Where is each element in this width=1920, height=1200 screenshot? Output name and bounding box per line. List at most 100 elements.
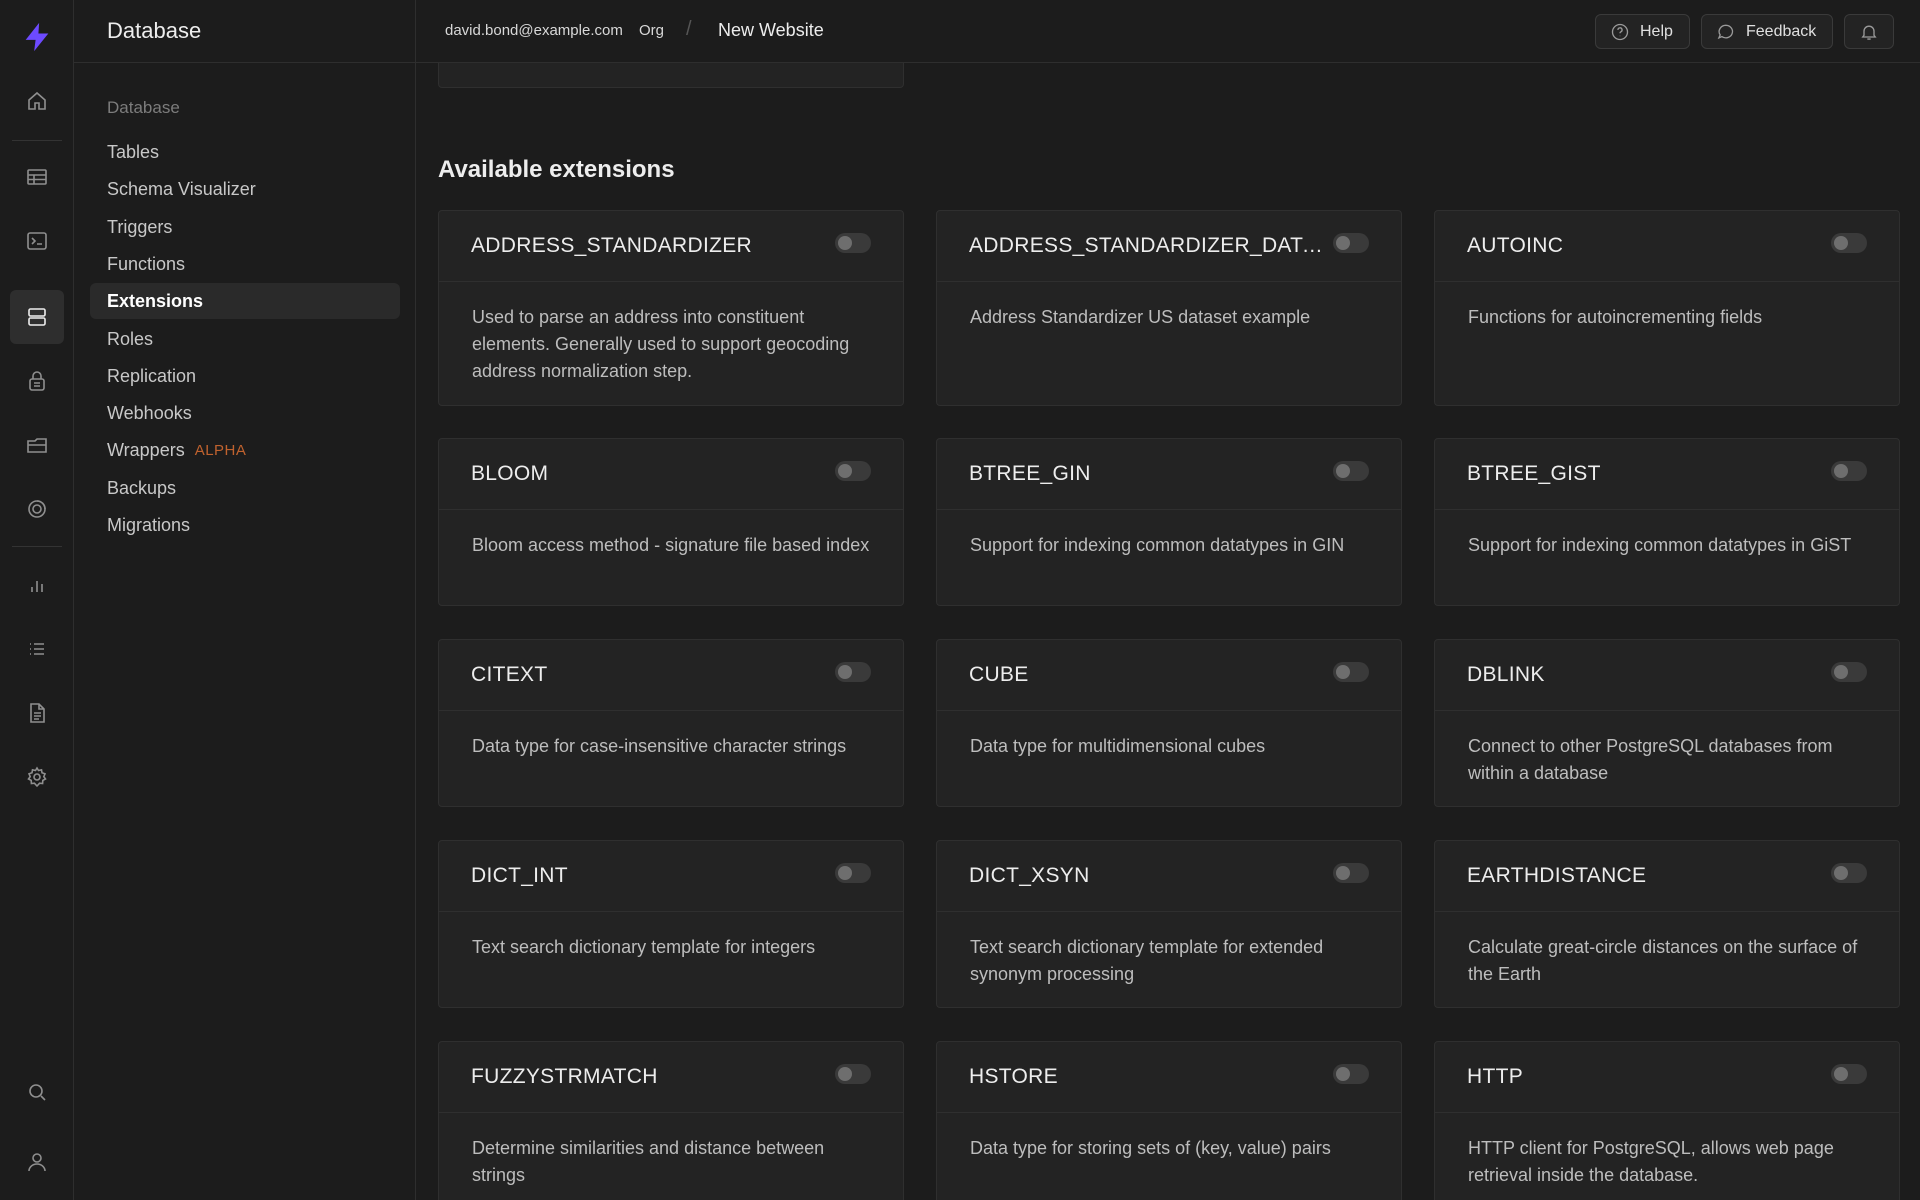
sql-editor-icon[interactable] [10,214,64,268]
extension-card: CITEXT Data type for case-insensitive cha… [438,639,904,807]
extension-name: CITEXT [471,663,548,686]
extension-card-header: ADDRESS_STANDARDIZER_DATA_US [937,211,1401,282]
menu-item-label: Backups [107,477,177,498]
extension-card-header: CUBE [937,640,1401,711]
extension-toggle[interactable] [835,662,871,682]
extension-card: DICT_XSYN Text search dictionary template… [936,840,1402,1008]
extension-card-header: AUTOINC [1435,211,1899,282]
api-docs-icon[interactable] [10,686,64,740]
extension-toggle[interactable] [835,461,871,481]
product-title: Database [74,0,415,63]
toggle-knob [1834,236,1848,250]
extension-toggle[interactable] [1333,233,1369,253]
extension-toggle[interactable] [1831,461,1867,481]
extension-card: ADDRESS_STANDARDIZER_DATA_US Address Stan… [936,210,1402,406]
authentication-icon[interactable] [10,354,64,408]
menu-item-roles[interactable]: Roles [90,321,400,357]
feedback-button[interactable]: Feedback [1701,14,1833,49]
bell-icon [1861,25,1877,40]
menu-item-schema-visualizer[interactable]: Schema Visualizer [90,171,400,207]
menu-item-label: Roles [107,328,154,349]
extension-toggle[interactable] [1831,662,1867,682]
extension-description: Bloom access method - signature file bas… [472,535,870,555]
toggle-knob [1336,1067,1350,1081]
extension-card-header: BTREE_GIST [1435,439,1899,510]
user-icon[interactable] [10,1135,64,1189]
storage-icon[interactable] [10,418,64,472]
toggle-knob [838,1067,852,1081]
menu-section-title: Database [107,98,180,117]
extension-toggle[interactable] [1333,1064,1369,1084]
menu-item-replication[interactable]: Replication [90,358,400,394]
breadcrumb-project[interactable]: New Website [718,20,824,41]
extension-toggle[interactable] [835,863,871,883]
extension-card-header: EARTHDISTANCE [1435,841,1899,912]
menu-item-extensions[interactable]: Extensions [90,283,400,319]
extension-description: Text search dictionary template for inte… [472,937,816,957]
toggle-knob [838,236,852,250]
extension-description: Data type for storing sets of (key, valu… [970,1138,1331,1158]
extension-description: Functions for autoincrementing fields [1468,307,1763,327]
help-button[interactable]: Help [1595,14,1690,49]
extension-name: DBLINK [1467,663,1545,686]
icon-rail [0,0,74,1200]
extension-name: AUTOINC [1467,234,1564,257]
extension-card-header: BLOOM [439,439,903,510]
extension-toggle[interactable] [835,233,871,253]
toggle-knob [1336,464,1350,478]
menu-item-backups[interactable]: Backups [90,470,400,506]
extension-toggle[interactable] [1333,461,1369,481]
extension-toggle[interactable] [1831,863,1867,883]
realtime-icon[interactable] [10,482,64,536]
toggle-knob [1336,236,1350,250]
settings-icon[interactable] [10,750,64,804]
extension-toggle[interactable] [1831,233,1867,253]
extension-card: BLOOM Bloom access method - signature fil… [438,438,904,606]
extension-card: ADDRESS_STANDARDIZER Used to parse an add… [438,210,904,406]
extension-description: Support for indexing common datatypes in… [1468,535,1852,555]
extension-toggle[interactable] [835,1064,871,1084]
extension-toggle[interactable] [1831,1064,1867,1084]
extension-card-header: HSTORE [937,1042,1401,1113]
home-icon[interactable] [10,74,64,128]
extension-card: EARTHDISTANCE Calculate great-circle dist… [1434,840,1900,1008]
menu-item-label: Wrappers [107,439,185,460]
app-root: Database Database Tables Schema Visualize… [0,0,1920,1200]
extension-name: ADDRESS_STANDARDIZER [471,234,752,257]
menu-item-label: Schema Visualizer [107,178,256,199]
breadcrumb-account[interactable]: david.bond@example.com [445,22,623,39]
extension-card: HTTP HTTP client for PostgreSQL, allows w… [1434,1041,1900,1200]
extension-card: FUZZYSTRMATCH Determine similarities and … [438,1041,904,1200]
extension-name: CUBE [969,663,1029,686]
extension-description: Determine similarities and distance betw… [472,1138,825,1185]
breadcrumb-org[interactable]: Org [639,22,664,39]
extension-card-header: HTTP [1435,1042,1899,1113]
logs-icon[interactable] [10,622,64,676]
menu-item-label: Tables [107,141,160,162]
extension-toggle[interactable] [1333,662,1369,682]
toggle-knob [1336,665,1350,679]
search-icon[interactable] [10,1065,64,1119]
notifications-button[interactable] [1844,14,1894,49]
extension-description: Calculate great-circle distances on the … [1468,937,1858,984]
table-editor-icon[interactable] [10,150,64,204]
alpha-badge: ALPHA [194,441,247,459]
database-icon[interactable] [10,290,64,344]
menu-item-webhooks[interactable]: Webhooks [90,395,400,431]
menu-item-migrations[interactable]: Migrations [90,507,400,543]
menu-item-functions[interactable]: Functions [90,246,400,282]
toggle-knob [1834,665,1848,679]
menu-item-label: Functions [107,253,186,274]
toggle-knob [838,464,852,478]
extension-description: Data type for case-insensitive character… [472,736,847,756]
extension-toggle[interactable] [1333,863,1369,883]
extension-name: DICT_XSYN [969,864,1090,887]
menu-item-triggers[interactable]: Triggers [90,209,400,245]
menu-item-tables[interactable]: Tables [90,134,400,170]
extension-card: BTREE_GIST Support for indexing common da… [1434,438,1900,606]
extension-name: EARTHDISTANCE [1467,864,1647,887]
reports-icon[interactable] [10,558,64,612]
extension-description: HTTP client for PostgreSQL, allows web p… [1468,1138,1834,1185]
menu-item-wrappers[interactable]: Wrappers ALPHA [90,432,400,468]
logo-icon[interactable] [20,20,54,54]
